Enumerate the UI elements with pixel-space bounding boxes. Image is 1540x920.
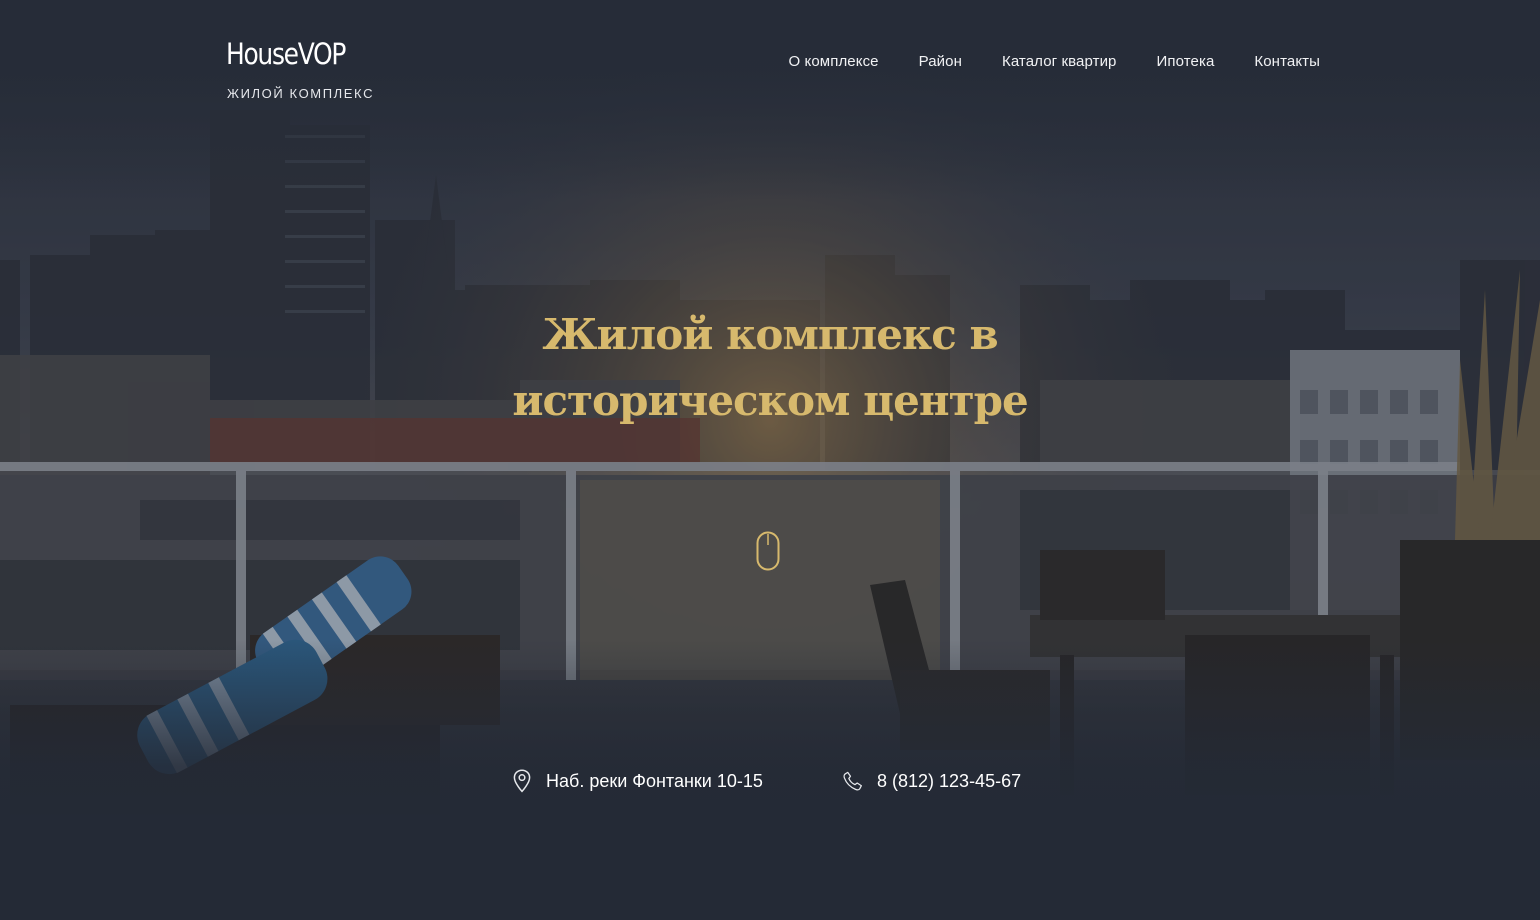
phone-block[interactable]: 8 (812) 123-45-67: [843, 768, 1021, 794]
nav-item-catalog[interactable]: Каталог квартир: [1002, 53, 1117, 70]
address-text: Наб. реки Фонтанки 10-15: [546, 770, 763, 791]
phone-number[interactable]: 8 (812) 123-45-67: [877, 771, 1021, 792]
site-header: HouseVOP жилой комплекс О комплексе Райо…: [226, 36, 1320, 106]
hero-title-line-2: историческом центре: [512, 376, 1028, 425]
location-pin-icon: [512, 768, 532, 794]
brand-subtitle: жилой комплекс: [227, 86, 375, 101]
nav-item-district[interactable]: Район: [919, 53, 962, 70]
hero-title-line-1: Жилой комплекс в: [542, 310, 998, 359]
landing-page: HouseVOP жилой комплекс О комплексе Райо…: [0, 0, 1540, 920]
main-nav: О комплексе Район Каталог квартир Ипотек…: [789, 53, 1321, 70]
phone-icon: [843, 768, 863, 794]
hero-title: Жилой комплекс в историческом центре: [420, 302, 1120, 434]
nav-item-mortgage[interactable]: Ипотека: [1157, 53, 1215, 70]
nav-item-about[interactable]: О комплексе: [789, 53, 879, 70]
nav-item-contacts[interactable]: Контакты: [1254, 53, 1320, 70]
mouse-scroll-icon[interactable]: [756, 531, 780, 571]
hero-background-image: [0, 0, 1540, 920]
brand-logo[interactable]: HouseVOP: [226, 36, 346, 72]
address-block: Наб. реки Фонтанки 10-15: [512, 768, 763, 794]
